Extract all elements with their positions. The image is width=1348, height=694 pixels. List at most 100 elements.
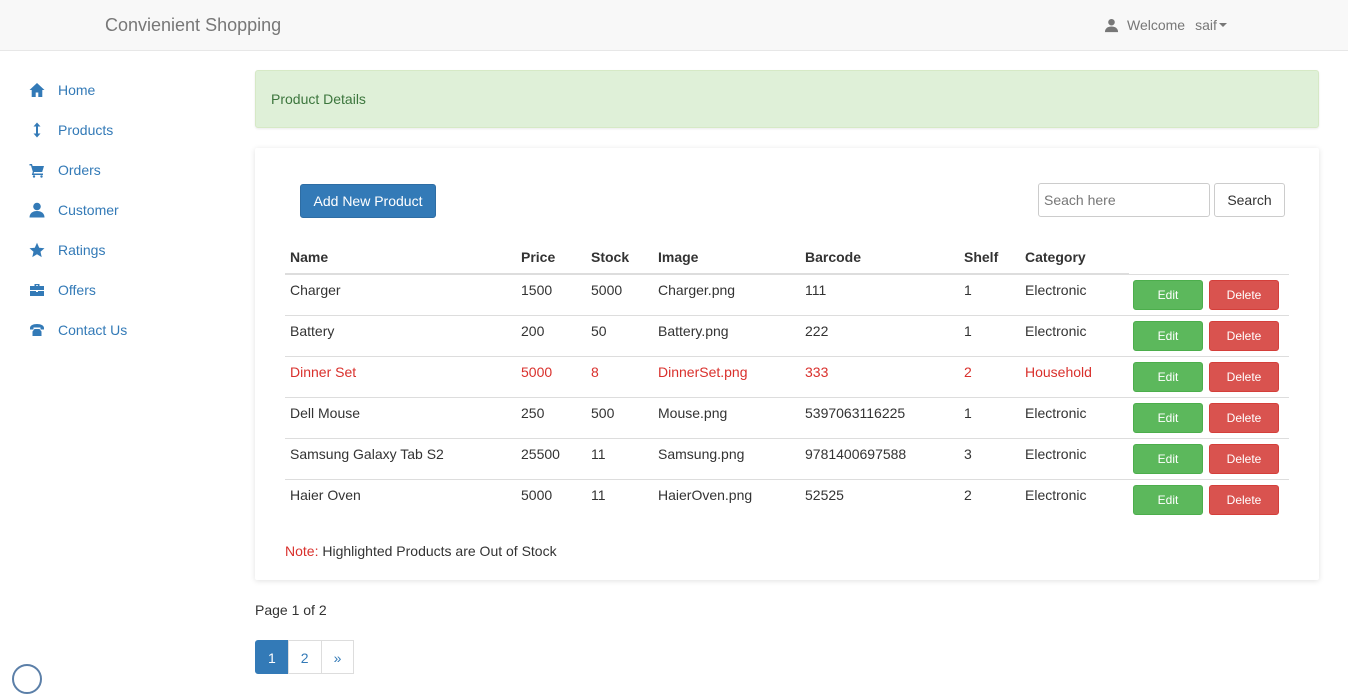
edit-button[interactable]: Edit (1133, 279, 1203, 310)
table-header-row: Name Price Stock Image Barcode Shelf Cat… (285, 240, 1289, 275)
sidebar-item-home[interactable]: Home (0, 70, 230, 110)
cell-actions: Edit Delete (1129, 437, 1289, 479)
home-icon (29, 82, 45, 98)
cell-shelf: 2 (959, 478, 1020, 520)
navbar: Convienient Shopping Welcome saif (0, 0, 1348, 51)
page-info: Page 1 of 2 (255, 602, 327, 618)
user-icon (1104, 18, 1119, 32)
star-icon (29, 242, 45, 258)
cell-image: Samsung.png (653, 437, 800, 479)
sidebar: Home Products Orders Customer Ratings Of… (0, 70, 230, 350)
edit-button[interactable]: Edit (1133, 443, 1203, 474)
note-text: Highlighted Products are Out of Stock (318, 543, 557, 559)
cell-name: Dinner Set (285, 355, 516, 397)
cell-barcode: 111 (800, 273, 959, 315)
delete-button[interactable]: Delete (1209, 402, 1279, 433)
user-icon (29, 202, 45, 218)
delete-button[interactable]: Delete (1209, 361, 1279, 392)
cell-image: Mouse.png (653, 396, 800, 438)
note-label: Note: (285, 543, 319, 559)
sidebar-item-label: Home (58, 82, 96, 98)
delete-button[interactable]: Delete (1209, 320, 1279, 351)
sidebar-item-label: Orders (58, 162, 101, 178)
delete-button[interactable]: Delete (1209, 279, 1279, 310)
username: saif (1195, 17, 1217, 33)
table-row: Haier Oven 5000 11 HaierOven.png 52525 2… (285, 478, 1289, 520)
sidebar-item-label: Contact Us (58, 322, 128, 338)
out-of-stock-note: Note: Highlighted Products are Out of St… (285, 543, 557, 559)
vertical-arrows-icon (29, 122, 45, 138)
sidebar-item-label: Customer (58, 202, 119, 218)
brand-title[interactable]: Convienient Shopping (105, 15, 281, 36)
delete-button[interactable]: Delete (1209, 484, 1279, 515)
sidebar-item-orders[interactable]: Orders (0, 150, 230, 190)
cell-stock: 5000 (586, 273, 653, 315)
cell-category: Electronic (1020, 273, 1129, 315)
column-header-image: Image (653, 240, 800, 275)
products-table: Name Price Stock Image Barcode Shelf Cat… (285, 240, 1289, 520)
cell-category: Electronic (1020, 314, 1129, 356)
edit-button[interactable]: Edit (1133, 402, 1203, 433)
cell-shelf: 1 (959, 314, 1020, 356)
cell-image: DinnerSet.png (653, 355, 800, 397)
cell-barcode: 52525 (800, 478, 959, 520)
cell-category: Household (1020, 355, 1129, 397)
table-row: Dell Mouse 250 500 Mouse.png 53970631162… (285, 396, 1289, 438)
cell-name: Samsung Galaxy Tab S2 (285, 437, 516, 479)
cell-price: 250 (516, 396, 586, 438)
edit-button[interactable]: Edit (1133, 320, 1203, 351)
sidebar-item-offers[interactable]: Offers (0, 270, 230, 310)
search-button[interactable]: Search (1214, 183, 1285, 217)
cell-image: Charger.png (653, 273, 800, 315)
cell-barcode: 5397063116225 (800, 396, 959, 438)
sidebar-item-customer[interactable]: Customer (0, 190, 230, 230)
cell-stock: 8 (586, 355, 653, 397)
cell-price: 25500 (516, 437, 586, 479)
column-header-stock: Stock (586, 240, 653, 275)
column-header-actions (1129, 240, 1289, 274)
cell-actions: Edit Delete (1129, 396, 1289, 438)
cell-shelf: 3 (959, 437, 1020, 479)
cell-price: 5000 (516, 355, 586, 397)
edit-button[interactable]: Edit (1133, 484, 1203, 515)
alert-text: Product Details (271, 91, 366, 107)
edit-button[interactable]: Edit (1133, 361, 1203, 392)
sidebar-item-products[interactable]: Products (0, 110, 230, 150)
column-header-shelf: Shelf (959, 240, 1020, 275)
cell-shelf: 1 (959, 273, 1020, 315)
user-menu[interactable]: Welcome saif (1104, 17, 1227, 33)
briefcase-icon (29, 282, 45, 298)
column-header-price: Price (516, 240, 586, 275)
delete-button[interactable]: Delete (1209, 443, 1279, 474)
cell-barcode: 222 (800, 314, 959, 356)
page-link-1[interactable]: 1 (255, 640, 289, 674)
cell-actions: Edit Delete (1129, 355, 1289, 397)
pagination: 1 2 » (255, 640, 355, 674)
cell-name: Charger (285, 273, 516, 315)
sidebar-item-label: Offers (58, 282, 96, 298)
add-new-product-button[interactable]: Add New Product (300, 184, 436, 218)
column-header-name: Name (285, 240, 516, 275)
welcome-text: Welcome (1127, 17, 1186, 33)
cell-name: Battery (285, 314, 516, 356)
cell-barcode: 333 (800, 355, 959, 397)
table-row: Samsung Galaxy Tab S2 25500 11 Samsung.p… (285, 437, 1289, 479)
corner-circle-icon (12, 664, 42, 694)
cell-stock: 50 (586, 314, 653, 356)
next-page-link[interactable]: » (320, 640, 355, 674)
phone-icon (29, 322, 45, 338)
table-row: Charger 1500 5000 Charger.png 111 1 Elec… (285, 273, 1289, 315)
sidebar-item-contact[interactable]: Contact Us (0, 310, 230, 350)
cell-actions: Edit Delete (1129, 478, 1289, 520)
cell-price: 5000 (516, 478, 586, 520)
cell-stock: 500 (586, 396, 653, 438)
cell-image: Battery.png (653, 314, 800, 356)
page-link-2[interactable]: 2 (287, 640, 322, 674)
product-details-alert: Product Details (255, 70, 1319, 128)
sidebar-item-ratings[interactable]: Ratings (0, 230, 230, 270)
sidebar-item-label: Ratings (58, 242, 106, 258)
cell-stock: 11 (586, 437, 653, 479)
cell-category: Electronic (1020, 437, 1129, 479)
search-input[interactable] (1038, 183, 1210, 217)
chevron-down-icon (1218, 23, 1227, 27)
